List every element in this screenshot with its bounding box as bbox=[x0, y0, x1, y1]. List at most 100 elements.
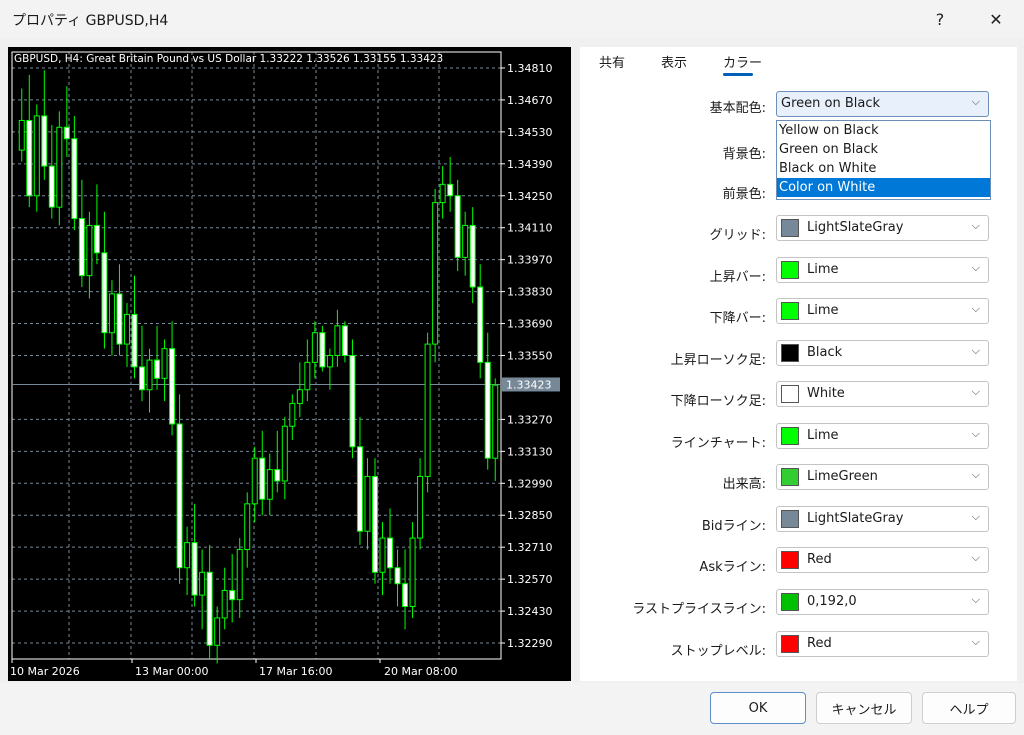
date-tick-label: 20 Mar 08:00 bbox=[384, 665, 457, 678]
candle-body-up bbox=[161, 348, 168, 379]
price-tick-label: 1.32850 bbox=[507, 509, 553, 522]
candle-body-down bbox=[63, 126, 70, 140]
color-select-value: 0,192,0 bbox=[807, 594, 857, 609]
candle-body-down bbox=[169, 348, 176, 425]
color-swatch bbox=[781, 385, 799, 403]
ask-line-label: Askライン: bbox=[699, 560, 766, 575]
help-button[interactable]: ? bbox=[918, 4, 962, 34]
color-swatch bbox=[781, 551, 799, 569]
price-tick-label: 1.34110 bbox=[507, 222, 553, 235]
candle-body-up bbox=[364, 475, 371, 532]
scheme-select[interactable]: Green on Black ⌵ bbox=[776, 91, 989, 117]
color-select-value: Red bbox=[807, 636, 832, 651]
up-bar-color-select[interactable]: Lime ⌵ bbox=[776, 257, 989, 283]
ask-line-color-select[interactable]: Red ⌵ bbox=[776, 547, 989, 573]
background-label: 背景色: bbox=[722, 147, 766, 162]
down-bar-label: 下降バー: bbox=[709, 311, 766, 326]
last-price-line-color-select[interactable]: 0,192,0 ⌵ bbox=[776, 589, 989, 615]
candle-body-up bbox=[146, 359, 153, 391]
tab-common[interactable]: 共有 bbox=[599, 52, 625, 71]
candle-body-up bbox=[108, 293, 115, 334]
stop-level-color-select[interactable]: Red ⌵ bbox=[776, 631, 989, 657]
color-select-value: LimeGreen bbox=[807, 469, 878, 484]
color-swatch bbox=[781, 635, 799, 653]
candle-body-down bbox=[116, 293, 123, 345]
scheme-dropdown-list: Yellow on Black Green on Black Black on … bbox=[776, 120, 991, 200]
price-tick-label: 1.33830 bbox=[507, 286, 553, 299]
candle-body-down bbox=[154, 359, 161, 379]
bid-line-color-select[interactable]: LightSlateGray ⌵ bbox=[776, 506, 989, 532]
date-tick-label: 13 Mar 00:00 bbox=[135, 665, 208, 678]
price-tick-label: 1.33270 bbox=[507, 413, 553, 426]
scheme-option-green-on-black[interactable]: Green on Black bbox=[777, 140, 990, 159]
current-price-label: 1.33423 bbox=[506, 378, 552, 391]
candle-body-down bbox=[93, 224, 100, 254]
help-dialog-button[interactable]: ヘルプ bbox=[922, 692, 1016, 724]
price-tick-label: 1.32570 bbox=[507, 573, 553, 586]
candle-body-up bbox=[311, 332, 318, 363]
close-button[interactable]: ✕ bbox=[974, 4, 1018, 34]
candle-body-up bbox=[304, 361, 311, 391]
color-swatch bbox=[781, 593, 799, 611]
candle-body-up bbox=[289, 402, 296, 427]
tab-display[interactable]: 表示 bbox=[661, 52, 687, 71]
scheme-option-black-on-white[interactable]: Black on White bbox=[777, 159, 990, 178]
up-candle-color-select[interactable]: Black ⌵ bbox=[776, 340, 989, 366]
scheme-label: 基本配色: bbox=[709, 101, 766, 116]
candle-body-up bbox=[439, 183, 446, 204]
candle-body-down bbox=[402, 583, 409, 608]
color-select-value: LightSlateGray bbox=[807, 220, 904, 235]
scheme-option-color-on-white[interactable]: Color on White bbox=[777, 178, 990, 197]
candle-body-up bbox=[326, 355, 333, 368]
candle-body-up bbox=[432, 202, 439, 345]
chevron-down-icon: ⌵ bbox=[971, 219, 980, 232]
candle-body-up bbox=[462, 224, 469, 258]
color-select-value: LightSlateGray bbox=[807, 511, 904, 526]
price-tick-label: 1.34670 bbox=[507, 94, 553, 107]
tab-colors[interactable]: カラー bbox=[723, 52, 762, 71]
scheme-select-value: Green on Black bbox=[781, 96, 880, 111]
candle-body-down bbox=[26, 119, 33, 197]
down-candle-color-select[interactable]: White ⌵ bbox=[776, 381, 989, 407]
candle-body-up bbox=[86, 224, 93, 277]
grid-label: グリッド: bbox=[709, 228, 766, 243]
price-tick-label: 1.34390 bbox=[507, 158, 553, 171]
chevron-down-icon: ⌵ bbox=[971, 551, 980, 564]
ok-button[interactable]: OK bbox=[710, 692, 806, 724]
candle-body-up bbox=[123, 313, 130, 345]
window-title: プロパティ GBPUSD,H4 bbox=[12, 13, 169, 29]
color-swatch bbox=[781, 427, 799, 445]
candle-body-down bbox=[274, 469, 281, 482]
color-swatch bbox=[781, 261, 799, 279]
price-tick-label: 1.34530 bbox=[507, 126, 553, 139]
scheme-option-yellow-on-black[interactable]: Yellow on Black bbox=[777, 121, 990, 140]
up-candle-label: 上昇ローソク足: bbox=[670, 353, 766, 368]
candle-body-down bbox=[349, 355, 356, 448]
cancel-button[interactable]: キャンセル bbox=[816, 692, 912, 724]
grid-color-select[interactable]: LightSlateGray ⌵ bbox=[776, 215, 989, 241]
active-tab-indicator bbox=[723, 73, 753, 76]
candle-body-down bbox=[131, 313, 138, 368]
candle-body-up bbox=[409, 537, 416, 608]
candle-body-up bbox=[184, 542, 191, 569]
chevron-down-icon: ⌵ bbox=[971, 344, 980, 357]
color-select-value: Black bbox=[807, 345, 843, 360]
down-bar-color-select[interactable]: Lime ⌵ bbox=[776, 298, 989, 324]
candle-body-up bbox=[214, 617, 221, 646]
candle-body-up bbox=[251, 457, 258, 505]
candle-body-down bbox=[191, 542, 198, 596]
candle-body-up bbox=[244, 503, 251, 550]
price-tick-label: 1.34810 bbox=[507, 62, 553, 75]
color-swatch bbox=[781, 344, 799, 362]
color-select-value: Lime bbox=[807, 428, 839, 443]
candle-body-down bbox=[78, 218, 85, 277]
colors-panel: 共有 表示 カラー 基本配色: Green on Black ⌵ 背景色: 前景色… bbox=[580, 47, 1017, 681]
chevron-down-icon: ⌵ bbox=[971, 427, 980, 440]
candle-body-up bbox=[281, 425, 288, 482]
candle-body-down bbox=[447, 183, 454, 197]
candle-body-down bbox=[454, 195, 461, 258]
candle-body-down bbox=[206, 571, 213, 646]
title-bar: プロパティ GBPUSD,H4 ? ✕ bbox=[0, 0, 1024, 38]
line-chart-color-select[interactable]: Lime ⌵ bbox=[776, 423, 989, 449]
volume-color-select[interactable]: LimeGreen ⌵ bbox=[776, 464, 989, 490]
